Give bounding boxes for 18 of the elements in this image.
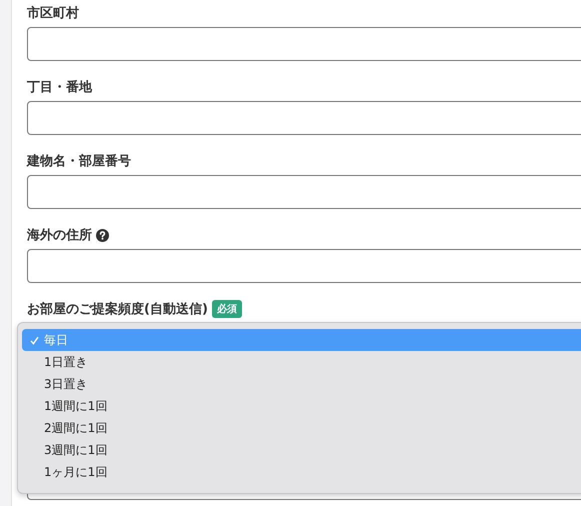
required-badge: 必須 — [212, 300, 242, 318]
dropdown-option[interactable]: 3週間に1回 — [22, 439, 581, 461]
help-icon[interactable] — [96, 228, 109, 242]
field-label: 市区町村 — [27, 4, 79, 22]
dropdown-option[interactable]: 3日置き — [22, 373, 581, 395]
field-label: 丁目・番地 — [27, 79, 92, 96]
input-field[interactable] — [27, 27, 581, 61]
field-label: 海外の住所 — [27, 227, 92, 244]
dropdown-option[interactable]: 2週間に1回 — [22, 417, 581, 439]
checkmark-icon — [30, 336, 39, 344]
dropdown-option[interactable]: 1週間に1回 — [22, 395, 581, 417]
dropdown-option[interactable]: 1日置き — [22, 351, 581, 373]
input-field[interactable] — [27, 249, 581, 283]
input-field[interactable] — [27, 101, 581, 135]
dropdown-option[interactable]: 1ヶ月に1回 — [22, 461, 581, 483]
field-label: 建物名・部屋番号 — [27, 152, 131, 170]
field-label: お部屋のご提案頻度(自動送信) — [27, 300, 208, 318]
input-field[interactable] — [27, 175, 581, 209]
